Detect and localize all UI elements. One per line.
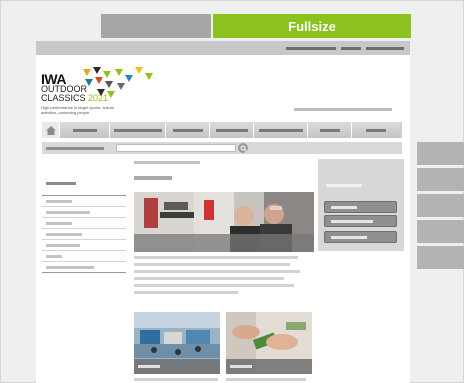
nav-item-4[interactable] [210,122,254,138]
side-nav-divider [42,272,126,274]
nav-item-6[interactable] [308,122,352,138]
side-nav-heading [46,182,76,185]
hero-caption [134,234,314,252]
hero-image[interactable] [134,192,314,252]
nav-item-2[interactable] [110,122,166,138]
search-bar [42,142,402,154]
nav-home[interactable] [42,122,60,138]
header-link[interactable] [294,108,392,111]
side-tab-2[interactable] [417,168,464,191]
logo-tagline: High performance in target sports, leisu… [41,105,115,115]
tab-default-view[interactable] [101,14,211,38]
side-tab-1[interactable] [417,142,464,165]
teaser-text-line [134,270,300,273]
side-nav-item-4[interactable] [42,228,126,239]
side-tab-4[interactable] [417,220,464,243]
content-heading [134,176,172,180]
thumb-text-line [226,378,306,381]
sidebar-button-3[interactable] [324,231,397,243]
teaser-text-line [134,291,238,294]
side-nav-item-3[interactable] [42,217,126,228]
side-nav-item-1[interactable] [42,195,126,206]
thumb-caption-1 [134,359,220,374]
side-nav-item-2[interactable] [42,206,126,217]
side-nav-item-7[interactable] [42,261,126,272]
preview-frame: Fullsize IWA OUTDOOR CLASSICS 2021 High … [0,0,464,383]
teaser-text-line [134,263,290,266]
utility-link-1[interactable] [286,47,336,50]
search-icon [240,145,247,152]
thumb-caption-2 [226,359,312,374]
nav-item-1[interactable] [60,122,110,138]
logo-triangles-icon [83,67,153,98]
news-thumb-1[interactable] [134,312,220,374]
news-thumb-2[interactable] [226,312,312,374]
breadcrumb[interactable] [134,161,200,164]
side-nav-item-5[interactable] [42,239,126,250]
teaser-text-line [134,256,298,259]
teaser-text-line [134,284,294,287]
home-icon [45,125,56,135]
sidebar-box-heading [326,184,362,187]
logo[interactable]: IWA OUTDOOR CLASSICS 2021 High performan… [41,65,171,115]
page-preview: IWA OUTDOOR CLASSICS 2021 High performan… [36,41,410,383]
utility-link-2[interactable] [341,47,361,50]
sidebar-button-2[interactable] [324,215,397,227]
sidebar-button-1[interactable] [324,201,397,213]
top-utility-bar [36,41,410,55]
nav-item-7[interactable] [352,122,400,138]
teaser-text-line [134,277,284,280]
side-nav-item-6[interactable] [42,250,126,261]
side-tab-3[interactable] [417,194,464,217]
main-nav [42,122,402,138]
main-content [134,176,314,381]
search-button[interactable] [238,143,248,153]
utility-link-3[interactable] [366,47,404,50]
side-tab-5[interactable] [417,246,464,269]
sidebar-box [318,159,404,251]
side-nav [42,182,126,274]
nav-item-3[interactable] [166,122,210,138]
thumb-text-line [134,378,218,381]
search-label [46,147,104,150]
nav-item-5[interactable] [254,122,308,138]
search-input[interactable] [116,144,236,152]
tab-fullsize[interactable]: Fullsize [213,14,411,38]
